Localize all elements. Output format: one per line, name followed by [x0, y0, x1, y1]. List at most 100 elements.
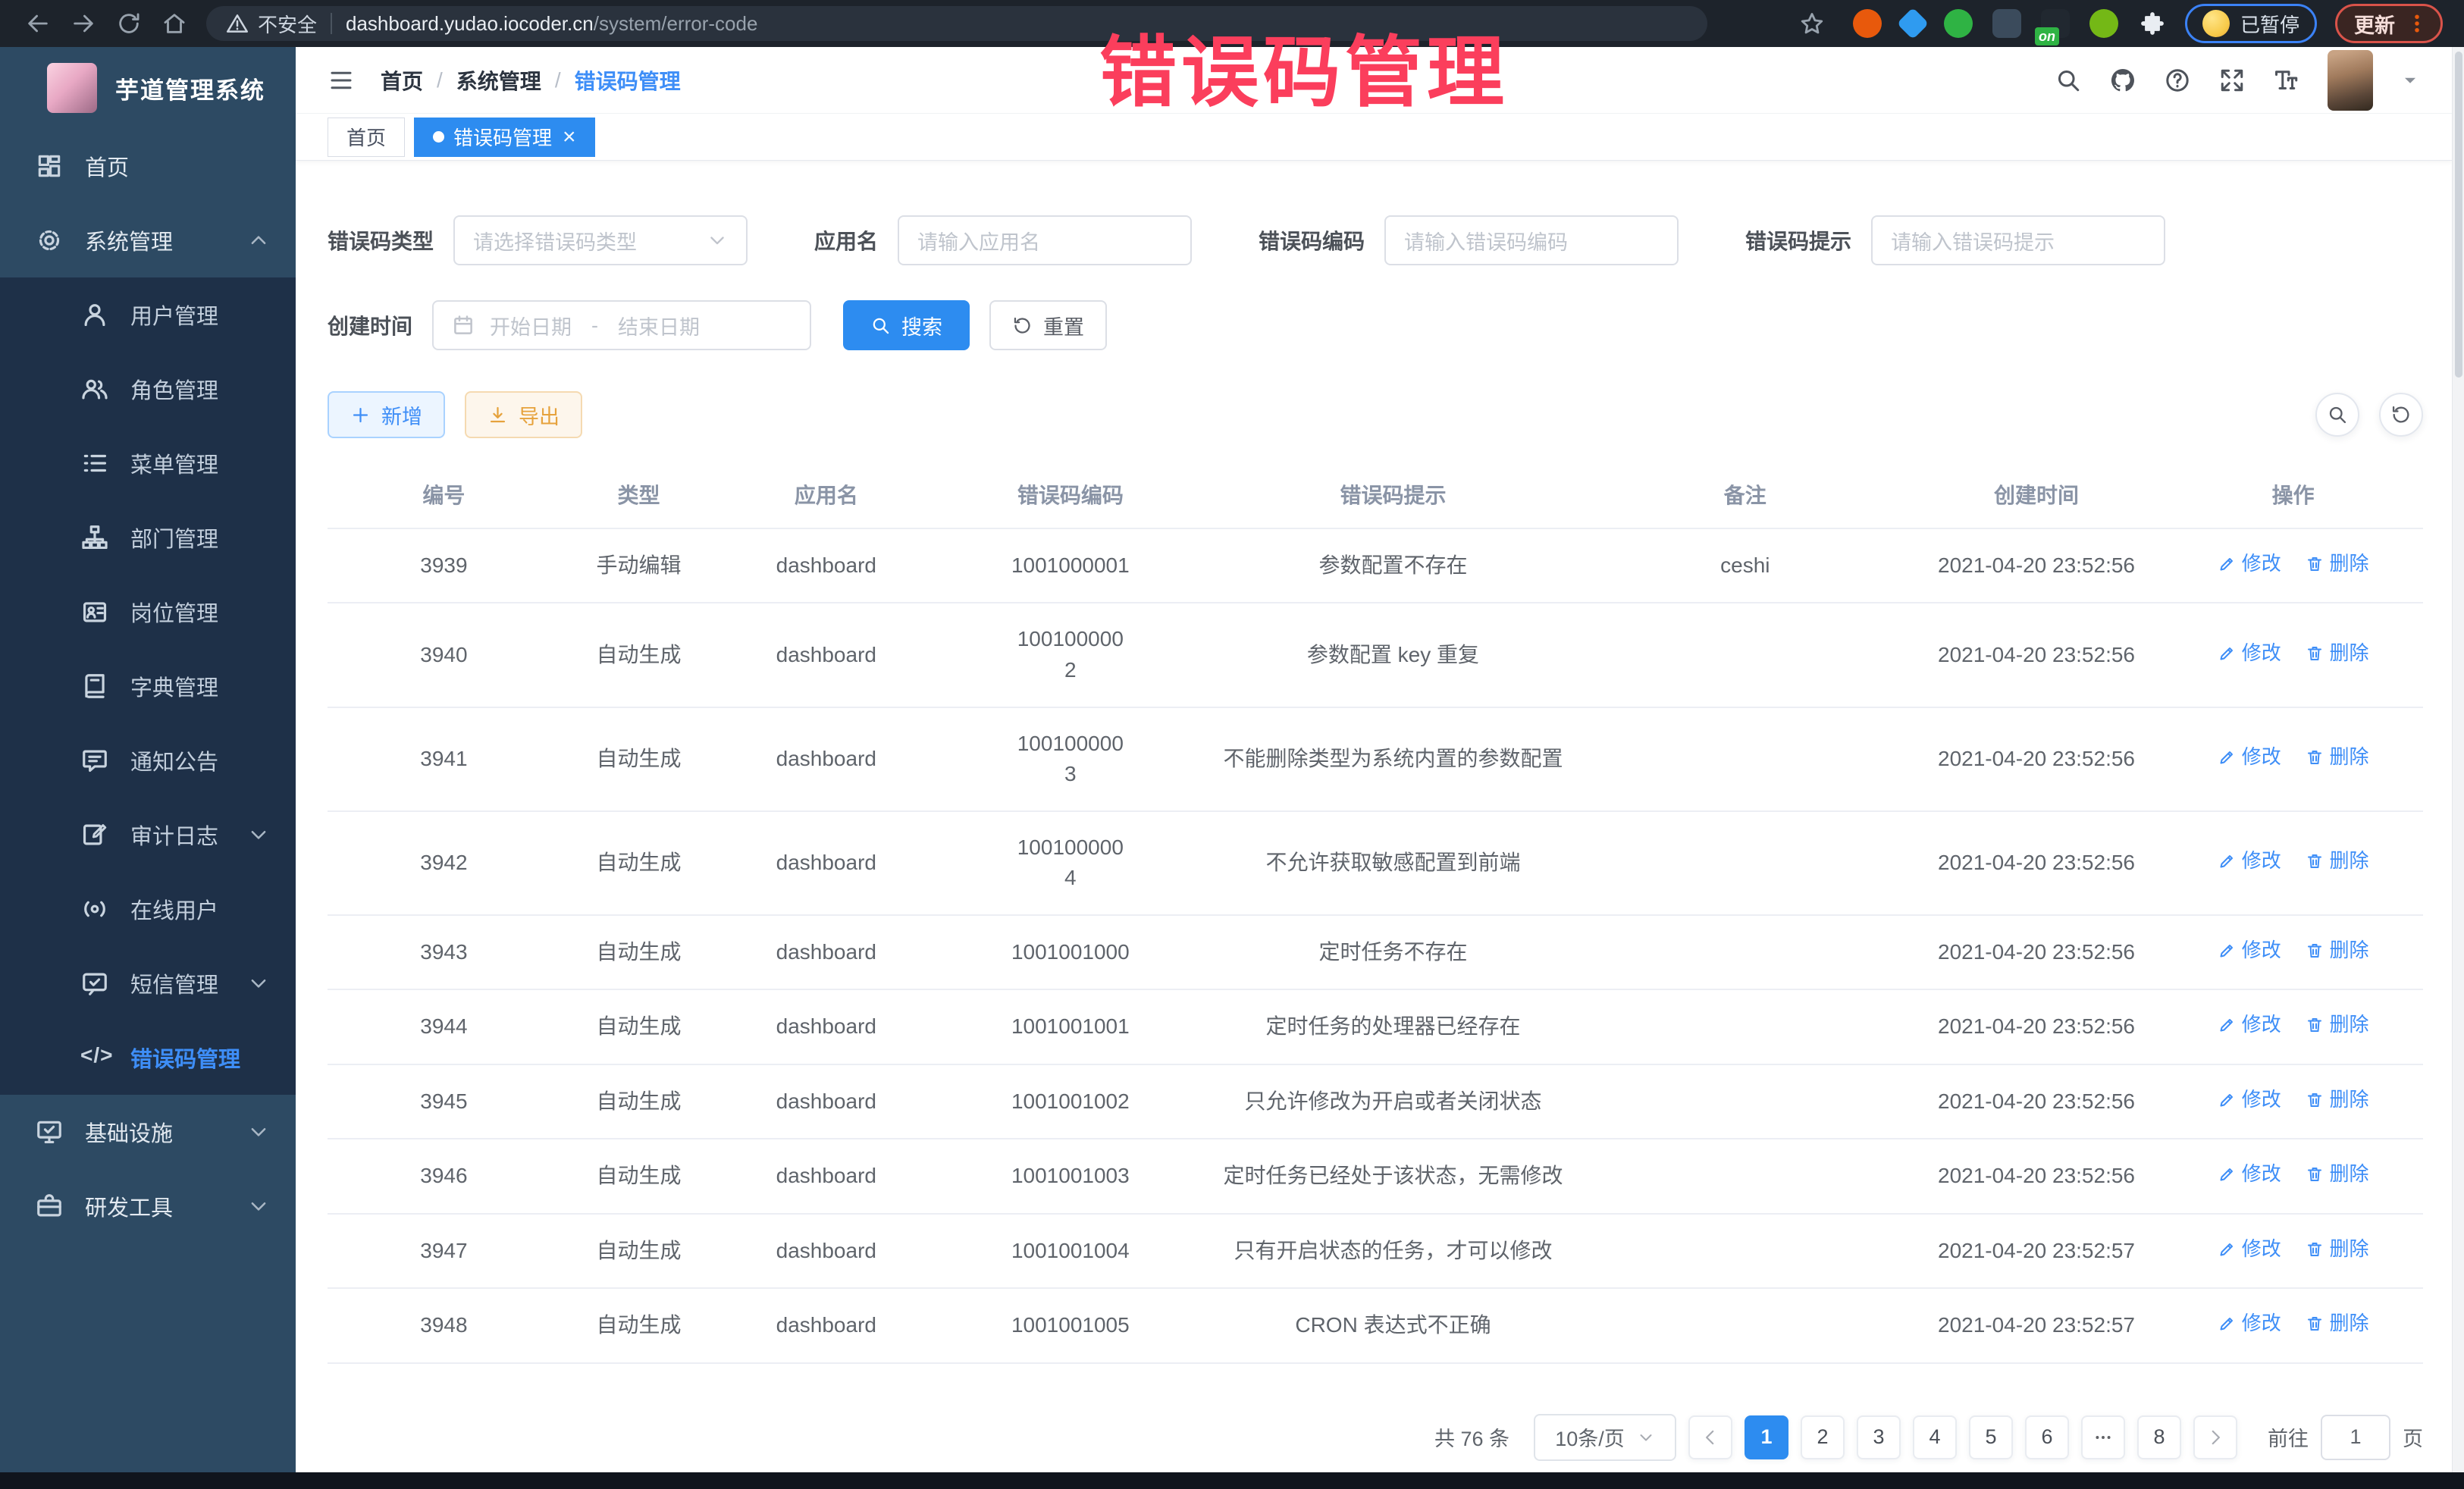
address-bar[interactable]: 不安全 dashboard.yudao.iocoder.cn/system/er…	[206, 6, 1707, 41]
browser-home-icon[interactable]	[161, 11, 187, 36]
page-button[interactable]: 8	[2137, 1415, 2181, 1459]
sidebar-item[interactable]: 角色管理	[0, 352, 296, 426]
breadcrumb-item[interactable]: 首页	[381, 65, 423, 96]
page-button[interactable]	[2081, 1415, 2125, 1459]
edit-link[interactable]: 修改	[2218, 743, 2281, 772]
sidebar-item[interactable]: 研发工具	[0, 1169, 296, 1243]
sms-icon	[80, 969, 109, 998]
avatar-caret-icon[interactable]	[2400, 71, 2420, 90]
page-tab[interactable]: 首页	[328, 118, 405, 157]
refresh-table-button[interactable]	[2379, 393, 2423, 437]
page-button[interactable]: 6	[2025, 1415, 2069, 1459]
sidebar-item[interactable]: 基础设施	[0, 1095, 296, 1169]
page-button[interactable]: 3	[1857, 1415, 1901, 1459]
next-page-button[interactable]	[2193, 1415, 2237, 1459]
extension-icon-grid[interactable]	[1992, 9, 2021, 38]
delete-link[interactable]: 删除	[2306, 639, 2369, 668]
edit-link[interactable]: 修改	[2218, 936, 2281, 965]
sidebar-item[interactable]: 审计日志	[0, 798, 296, 872]
trash-icon	[2306, 852, 2324, 870]
edit-link[interactable]: 修改	[2218, 1086, 2281, 1114]
delete-link[interactable]: 删除	[2306, 1235, 2369, 1264]
sidebar-item[interactable]: 部门管理	[0, 500, 296, 575]
paused-extension-badge[interactable]: 已暂停	[2185, 4, 2317, 43]
edit-link[interactable]: 修改	[2218, 1011, 2281, 1039]
delete-link[interactable]: 删除	[2306, 1309, 2369, 1338]
filter-field[interactable]: 请输入应用名	[898, 215, 1192, 265]
sidebar-item[interactable]: 用户管理	[0, 277, 296, 352]
edit-link[interactable]: 修改	[2218, 847, 2281, 876]
scrollbar-thumb[interactable]	[2455, 52, 2462, 378]
sidebar-item[interactable]: 系统管理	[0, 203, 296, 277]
extension-icon-orange[interactable]	[1853, 9, 1882, 38]
page-tab[interactable]: 错误码管理 ×	[414, 118, 595, 157]
page-button[interactable]: 1	[1745, 1415, 1788, 1459]
sidebar-item[interactable]: 首页	[0, 129, 296, 203]
table-row: 3942 自动生成 dashboard 1001000004 不允许获取敏感配置…	[328, 811, 2423, 915]
sidebar-item[interactable]: 通知公告	[0, 723, 296, 798]
breadcrumb-item[interactable]: 错误码管理	[575, 65, 681, 96]
edit-link[interactable]: 修改	[2218, 1235, 2281, 1264]
puzzle-icon[interactable]	[2138, 9, 2167, 38]
page-button[interactable]: 5	[1969, 1415, 2013, 1459]
filter-field[interactable]: 请输入错误码编码	[1384, 215, 1679, 265]
fullscreen-icon[interactable]	[2218, 67, 2246, 94]
filter-label: 错误码编码	[1259, 225, 1384, 255]
filter-field[interactable]: 请输入错误码提示	[1871, 215, 2165, 265]
browser-menu-icon[interactable]	[2406, 12, 2428, 35]
toggle-search-button[interactable]	[2315, 393, 2359, 437]
sidebar-item[interactable]: 菜单管理	[0, 426, 296, 500]
sidebar-item[interactable]: 在线用户	[0, 872, 296, 946]
help-icon[interactable]	[2164, 67, 2191, 94]
delete-link[interactable]: 删除	[2306, 1160, 2369, 1189]
scrollbar[interactable]	[2452, 47, 2464, 1472]
page-size-select[interactable]: 10条/页	[1534, 1414, 1676, 1461]
search-icon[interactable]	[2055, 67, 2082, 94]
filter-field[interactable]: 请选择错误码类型	[453, 215, 748, 265]
cell-app: dashboard	[717, 1288, 935, 1362]
goto-page-input[interactable]	[2321, 1415, 2390, 1460]
delete-link[interactable]: 删除	[2306, 936, 2369, 965]
edit-link[interactable]: 修改	[2218, 1160, 2281, 1189]
edit-link[interactable]: 修改	[2218, 1309, 2281, 1338]
github-icon[interactable]	[2109, 67, 2136, 94]
avatar[interactable]	[2328, 50, 2373, 111]
page-button[interactable]: 4	[1913, 1415, 1957, 1459]
browser-update-button[interactable]: 更新	[2335, 4, 2443, 43]
reset-button[interactable]: 重置	[989, 300, 1107, 350]
extension-icon-translate[interactable]: on	[2041, 9, 2070, 38]
extension-icon-sprout[interactable]	[2089, 9, 2118, 38]
font-size-icon[interactable]	[2273, 67, 2300, 94]
sidebar-item[interactable]: 字典管理	[0, 649, 296, 723]
page-button[interactable]: 2	[1801, 1415, 1845, 1459]
sidebar-item[interactable]: 短信管理	[0, 946, 296, 1020]
browser-reload-icon[interactable]	[116, 11, 142, 36]
edit-link[interactable]: 修改	[2218, 639, 2281, 668]
delete-link[interactable]: 删除	[2306, 847, 2369, 876]
add-button[interactable]: 新增	[328, 391, 445, 438]
search-icon	[870, 315, 891, 336]
cell-message: 定时任务不存在	[1205, 915, 1581, 989]
chevron-down-icon	[707, 230, 728, 251]
browser-forward-icon[interactable]	[71, 11, 96, 36]
bookmark-star-icon[interactable]	[1799, 11, 1825, 36]
sidebar-item[interactable]: 岗位管理	[0, 575, 296, 649]
extension-icon-green[interactable]	[1944, 9, 1973, 38]
export-button[interactable]: 导出	[465, 391, 582, 438]
delete-link[interactable]: 删除	[2306, 1086, 2369, 1114]
edit-link[interactable]: 修改	[2218, 550, 2281, 578]
prev-page-button[interactable]	[1688, 1415, 1732, 1459]
sidebar-item[interactable]: </> 错误码管理	[0, 1020, 296, 1095]
delete-link[interactable]: 删除	[2306, 1011, 2369, 1039]
delete-link[interactable]: 删除	[2306, 550, 2369, 578]
app-logo-row[interactable]: 芋道管理系统	[0, 47, 296, 129]
breadcrumb-item[interactable]: 系统管理	[456, 65, 541, 96]
search-button[interactable]: 搜索	[843, 300, 970, 350]
delete-link[interactable]: 删除	[2306, 743, 2369, 772]
collapse-sidebar-icon[interactable]	[328, 67, 355, 94]
extension-icon-gem[interactable]	[1897, 8, 1929, 39]
column-header: 备注	[1581, 461, 1910, 528]
date-range-picker[interactable]: 开始日期 - 结束日期	[432, 300, 811, 350]
close-tab-icon[interactable]: ×	[563, 126, 576, 149]
browser-back-icon[interactable]	[25, 11, 51, 36]
